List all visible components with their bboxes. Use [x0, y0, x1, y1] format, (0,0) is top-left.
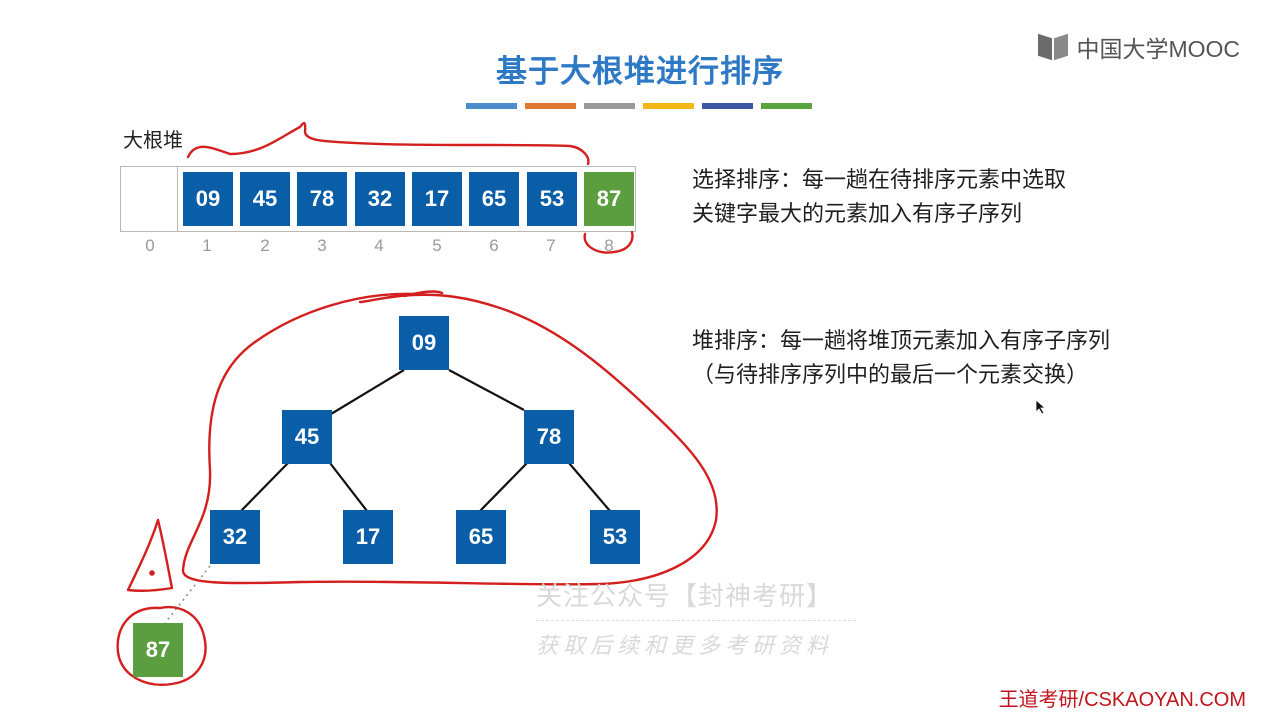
tree-node-level1: 45	[282, 410, 332, 464]
array-bracket	[186, 121, 590, 166]
tree-node-level2: 17	[343, 510, 393, 564]
edge-45-32	[240, 462, 289, 512]
tree-node-level2: 53	[590, 510, 640, 564]
tree-node-level2: 65	[456, 510, 506, 564]
edge-78-65	[479, 462, 528, 512]
removed-edge	[164, 565, 211, 624]
watermark-divider	[536, 620, 856, 621]
index-8-circle	[583, 230, 634, 254]
tree-node-level2: 32	[210, 510, 260, 564]
triangle-dot	[149, 570, 155, 576]
footer-brand: 王道考研/CSKAOYAN.COM	[998, 689, 1246, 711]
triangle-mark	[126, 518, 174, 593]
removed-node: 87	[133, 623, 183, 677]
edge-78-53	[568, 462, 611, 512]
watermark-line-1: 关注公众号【封神考研】	[536, 582, 834, 612]
tree-node-level1: 78	[524, 410, 574, 464]
tree-node-root: 09	[399, 316, 449, 370]
edge-09-45	[330, 369, 405, 415]
mouse-cursor-icon	[1035, 399, 1047, 415]
watermark-line-2: 获取后续和更多考研资料	[536, 634, 834, 659]
edge-09-78	[448, 369, 525, 411]
edge-45-17	[329, 462, 368, 512]
